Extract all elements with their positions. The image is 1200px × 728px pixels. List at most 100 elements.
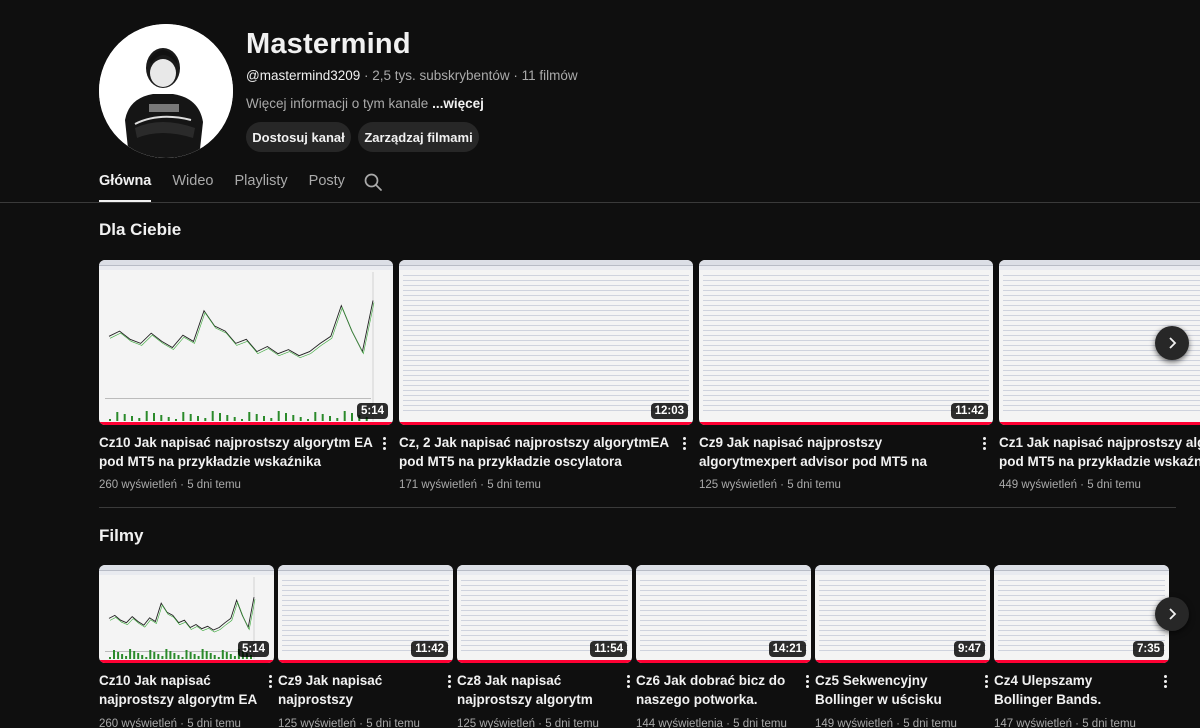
- upload-age: 5 dni temu: [545, 718, 599, 728]
- tab-videos[interactable]: Wideo: [172, 160, 213, 202]
- video-card[interactable]: 7:35 Cz4 Ulepszamy Bollinger Bands. Sekwe…: [994, 565, 1169, 728]
- meta-separator: ·: [1076, 479, 1088, 491]
- section-divider: [99, 507, 1176, 508]
- more-vert-icon[interactable]: [1158, 671, 1172, 691]
- video-duration: 5:14: [356, 403, 388, 419]
- more-link[interactable]: ...więcej: [432, 96, 484, 111]
- video-thumbnail[interactable]: 11:42: [699, 260, 993, 425]
- tab-posts[interactable]: Posty: [309, 160, 345, 202]
- video-title[interactable]: Cz1 Jak napisać najprostszy algorytm EA …: [999, 433, 1200, 471]
- more-vert-icon[interactable]: [800, 671, 814, 691]
- video-thumbnail[interactable]: 12:03: [399, 260, 693, 425]
- video-stats: 260 wyświetleń · 5 dni temu: [99, 718, 274, 728]
- videos-shelf: 5:14 Cz10 Jak napisać najprostszy algoryt…: [99, 565, 1200, 728]
- video-card[interactable]: 5:14 Cz10 Jak napisać najprostszy algoryt…: [99, 260, 393, 491]
- video-title[interactable]: Cz4 Ulepszamy Bollinger Bands. Sekwencyj…: [994, 671, 1154, 709]
- video-stats: 147 wyświetleń · 5 dni temu: [994, 718, 1169, 728]
- video-title[interactable]: Cz10 Jak napisać najprostszy algorytm EA…: [99, 433, 374, 471]
- watch-progress-bar: [99, 660, 274, 663]
- video-stats: 125 wyświetleń · 5 dni temu: [278, 718, 453, 728]
- video-title[interactable]: Cz9 Jak napisać najprostszy algorytmexpe…: [699, 433, 974, 471]
- watch-progress-bar: [999, 422, 1200, 425]
- watch-progress-bar: [399, 422, 693, 425]
- video-title[interactable]: Cz5 Sekwencyjny Bollinger w uścisku miło…: [815, 671, 975, 709]
- watch-progress-bar: [815, 660, 990, 663]
- video-card[interactable]: 11:42 Cz9 Jak napisać najprostszy algoryt…: [278, 565, 453, 728]
- meta-separator: ·: [476, 479, 488, 491]
- description-text: Więcej informacji o tym kanale: [246, 96, 433, 111]
- video-stats: 125 wyświetleń · 5 dni temu: [699, 479, 993, 491]
- video-duration: 5:14: [237, 641, 269, 657]
- video-title[interactable]: Cz10 Jak napisać najprostszy algorytm EA…: [99, 671, 259, 709]
- watch-progress-bar: [457, 660, 632, 663]
- video-thumbnail[interactable]: 9:47: [815, 565, 990, 663]
- view-count: 125 wyświetleń: [699, 479, 777, 491]
- more-vert-icon[interactable]: [979, 671, 993, 691]
- meta-separator: ·: [176, 479, 188, 491]
- meta-separator: ·: [776, 479, 788, 491]
- meta-separator: ·: [534, 718, 546, 728]
- video-title[interactable]: Cz, 2 Jak napisać najprostszy algorytmEA…: [399, 433, 674, 471]
- watch-progress-bar: [699, 422, 993, 425]
- view-count: 171 wyświetleń: [399, 479, 477, 491]
- manage-videos-button[interactable]: Zarządzaj filmami: [358, 122, 479, 152]
- view-count: 260 wyświetleń: [99, 479, 177, 491]
- video-title[interactable]: Cz9 Jak napisać najprostszy algorytmexpe…: [278, 671, 438, 709]
- video-stats: 171 wyświetleń · 5 dni temu: [399, 479, 693, 491]
- video-stats: 149 wyświetleń · 5 dni temu: [815, 718, 990, 728]
- video-title[interactable]: Cz8 Jak napisać najprostszy algorytm exp…: [457, 671, 617, 709]
- more-vert-icon[interactable]: [377, 433, 391, 453]
- video-card[interactable]: 14:21 Cz6 Jak dobrać bicz do naszego potw…: [636, 565, 811, 728]
- video-card[interactable]: 11:42 Cz9 Jak napisać najprostszy algoryt…: [699, 260, 993, 491]
- video-thumbnail[interactable]: 5:14: [99, 260, 393, 425]
- video-title[interactable]: Cz6 Jak dobrać bicz do naszego potworka.…: [636, 671, 796, 709]
- video-card[interactable]: Cz1 Jak napisać najprostszy algorytm EA …: [999, 260, 1200, 491]
- upload-age: 5 dni temu: [1087, 479, 1141, 491]
- video-thumbnail[interactable]: 14:21: [636, 565, 811, 663]
- chevron-right-icon[interactable]: [1155, 326, 1189, 360]
- more-vert-icon[interactable]: [677, 433, 691, 453]
- video-duration: 11:42: [951, 403, 988, 419]
- more-vert-icon[interactable]: [621, 671, 635, 691]
- meta-separator: ·: [892, 718, 904, 728]
- meta-separator: ·: [360, 68, 373, 83]
- video-thumbnail[interactable]: 5:14: [99, 565, 274, 663]
- video-card[interactable]: 12:03 Cz, 2 Jak napisać najprostszy algor…: [399, 260, 693, 491]
- more-vert-icon[interactable]: [442, 671, 456, 691]
- channel-handle: @mastermind3209: [246, 68, 361, 83]
- section-title-for-you: Dla Ciebie: [99, 220, 182, 239]
- channel-description[interactable]: Więcej informacji o tym kanale ...więcej: [246, 96, 484, 111]
- video-stats: 260 wyświetleń · 5 dni temu: [99, 479, 393, 491]
- video-stats: 449 wyświetleń · 5 dni temu: [999, 479, 1200, 491]
- channel-tabs: Główna Wideo Playlisty Posty: [99, 160, 366, 202]
- meta-separator: ·: [355, 718, 367, 728]
- video-count: 11 filmów: [521, 68, 578, 83]
- tab-playlists[interactable]: Playlisty: [234, 160, 287, 202]
- video-stats: 125 wyświetleń · 5 dni temu: [457, 718, 632, 728]
- tabs-divider: [0, 202, 1200, 203]
- video-thumbnail[interactable]: 7:35: [994, 565, 1169, 663]
- video-thumbnail[interactable]: 11:42: [278, 565, 453, 663]
- view-count: 125 wyświetleń: [457, 718, 535, 728]
- channel-avatar[interactable]: [99, 24, 233, 158]
- video-duration: 12:03: [650, 403, 688, 419]
- video-card[interactable]: 5:14 Cz10 Jak napisać najprostszy algoryt…: [99, 565, 274, 728]
- chevron-right-icon[interactable]: [1155, 597, 1189, 631]
- customize-channel-button[interactable]: Dostosuj kanał: [246, 122, 351, 152]
- tab-home[interactable]: Główna: [99, 160, 152, 202]
- video-duration: 14:21: [768, 641, 806, 657]
- more-vert-icon[interactable]: [263, 671, 277, 691]
- upload-age: 5 dni temu: [187, 718, 241, 728]
- video-stats: 144 wyświetlenia · 5 dni temu: [636, 718, 811, 728]
- video-card[interactable]: 11:54 Cz8 Jak napisać najprostszy algoryt…: [457, 565, 632, 728]
- watch-progress-bar: [278, 660, 453, 663]
- video-duration: 9:47: [953, 641, 985, 657]
- more-vert-icon[interactable]: [977, 433, 991, 453]
- subscriber-count: 2,5 tys. subskrybentów: [372, 68, 510, 83]
- video-card[interactable]: 9:47 Cz5 Sekwencyjny Bollinger w uścisku …: [815, 565, 990, 728]
- channel-meta: @mastermind3209 · 2,5 tys. subskrybentów…: [246, 68, 578, 83]
- meta-separator: ·: [509, 68, 522, 83]
- channel-name: Mastermind: [246, 28, 411, 60]
- video-thumbnail[interactable]: 11:54: [457, 565, 632, 663]
- search-icon[interactable]: [363, 172, 383, 192]
